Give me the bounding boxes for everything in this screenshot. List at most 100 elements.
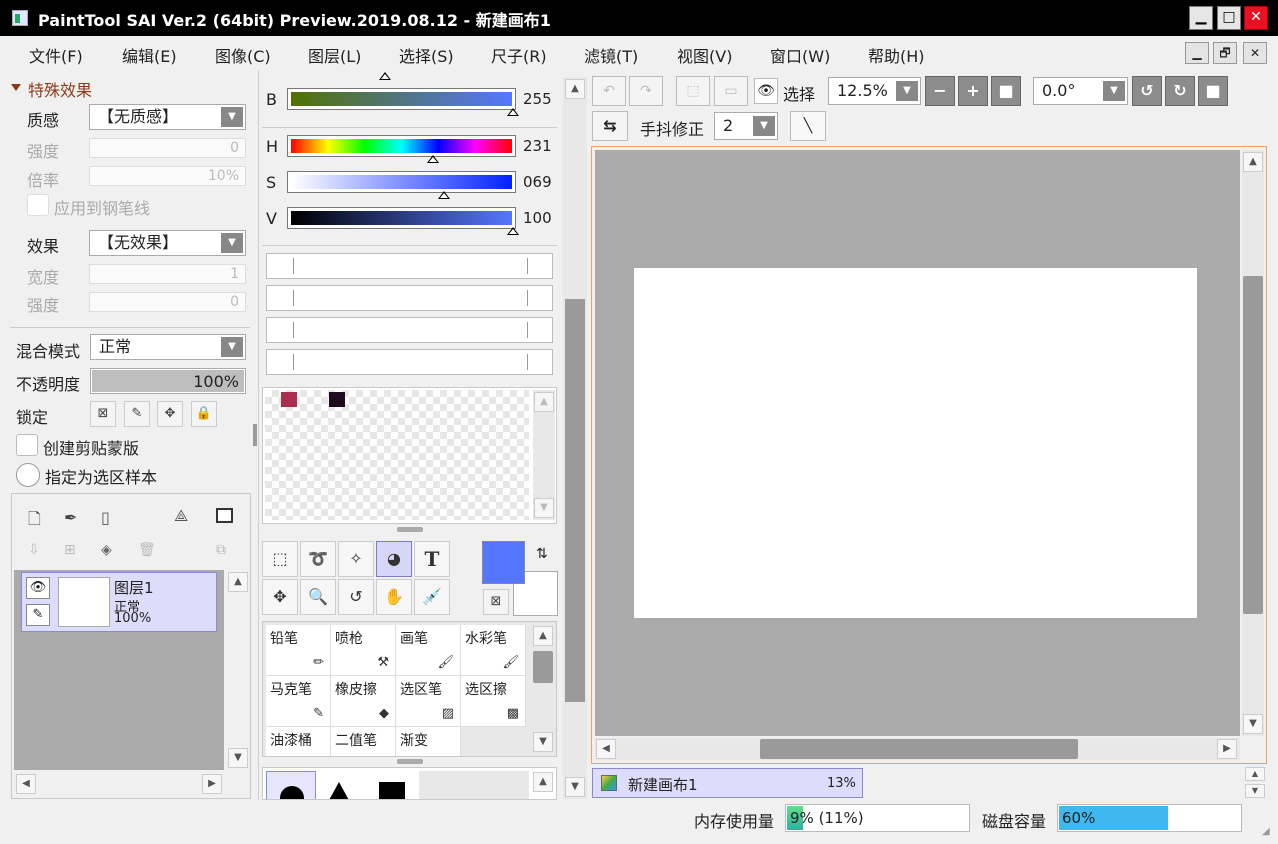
brush-select-pen[interactable]: 选区笔 ▨ [396, 676, 461, 727]
rotate-left-button[interactable]: ↺ [1132, 76, 1162, 106]
resize-grip-icon[interactable]: ◢ [1262, 826, 1270, 837]
selection-visibility-icon[interactable]: 👁 [754, 78, 778, 104]
layer-mask-icon[interactable]: ⟁ [174, 506, 188, 526]
stabilizer-select[interactable]: 2 ▼ [714, 112, 778, 140]
triangle-tip[interactable] [328, 782, 350, 799]
brush-select-eraser[interactable]: 选区擦 ▩ [461, 676, 526, 727]
canvas-vscrollbar[interactable]: ▲ ▼ [1242, 150, 1264, 736]
brush-pencil[interactable]: 铅笔 ✏ [266, 625, 331, 676]
flip-horizontal-icon[interactable]: ⇆ [592, 111, 628, 141]
swatch-scrollbar[interactable]: ▲ ▼ [533, 390, 555, 520]
brush-marker[interactable]: 马克笔 ✎ [266, 676, 331, 727]
rotate-tool[interactable]: ↺ [338, 579, 374, 615]
shape-tool[interactable]: ◕ [376, 541, 412, 577]
zoom-in-button[interactable]: + [958, 76, 988, 106]
minimize-button[interactable]: ▁ [1189, 6, 1213, 30]
canvas-vscroll-thumb[interactable] [1243, 276, 1263, 614]
panel-scroll-down[interactable]: ▼ [565, 777, 585, 797]
lock-move-icon[interactable]: ✥ [157, 401, 183, 427]
mixer-bar-2[interactable] [266, 285, 553, 311]
menu-image[interactable]: 图像(C) [215, 43, 271, 67]
new-layer-icon[interactable]: 🗋 [28, 508, 41, 535]
effects-header[interactable]: 特殊效果 [28, 77, 92, 101]
brush-gradient[interactable]: 渐变 [396, 727, 461, 756]
panel-scrollbar[interactable]: ▲ ▼ [563, 77, 587, 799]
transparent-color-icon[interactable]: ⊠ [483, 589, 509, 615]
eyedropper-tool[interactable]: 💉 [414, 579, 450, 615]
swatch[interactable] [281, 392, 297, 407]
square-tip[interactable] [379, 782, 405, 799]
strength-slider[interactable]: 0 [89, 138, 246, 158]
tip-scroll-up[interactable]: ▲ [533, 772, 553, 792]
menu-view[interactable]: 视图(V) [677, 43, 732, 67]
combine-icon[interactable]: ⊞ [64, 542, 76, 558]
clip-mask-checkbox[interactable] [16, 434, 38, 456]
effect-select[interactable]: 【无效果】 ▼ [89, 230, 246, 256]
layer-row[interactable]: 👁 ✎ 图层1 正常 100% [21, 572, 217, 632]
canvas-hscrollbar[interactable]: ◀ ▶ [595, 738, 1240, 760]
text-tool[interactable]: T [414, 541, 450, 577]
layers-scroll-up[interactable]: ▲ [228, 572, 248, 592]
brush-scroll-thumb[interactable] [533, 651, 553, 683]
close-button[interactable]: ✕ [1244, 6, 1268, 30]
panel-grip[interactable] [397, 527, 423, 532]
new-folder-icon[interactable]: ▯ [101, 508, 110, 527]
pencil-icon[interactable]: ✎ [26, 604, 50, 626]
mdi-minimize-button[interactable]: ▁ [1185, 42, 1209, 64]
collapse-arrow-icon[interactable] [11, 84, 21, 91]
menu-select[interactable]: 选择(S) [399, 43, 454, 67]
clear-layer-icon[interactable]: ◈ [101, 542, 112, 558]
angle-select[interactable]: 0.0° ▼ [1033, 77, 1128, 105]
tab-scroll-up[interactable]: ▲ [1245, 767, 1265, 781]
opacity-slider[interactable]: 100% [90, 368, 246, 394]
canvas-scroll-down[interactable]: ▼ [1243, 714, 1263, 734]
canvas-viewport[interactable] [595, 150, 1240, 736]
straight-line-icon[interactable]: ╲ [790, 111, 826, 141]
apply-pen-checkbox[interactable] [27, 194, 49, 216]
menu-file[interactable]: 文件(F) [29, 43, 83, 67]
rect-select-tool[interactable]: ⬚ [262, 541, 298, 577]
maximize-button[interactable]: □ [1217, 6, 1241, 30]
round-tip[interactable] [266, 771, 316, 799]
layers-scroll-right[interactable]: ▶ [202, 774, 222, 794]
merge-down-icon[interactable]: ⇩ [28, 542, 40, 558]
redo-button[interactable]: ↷ [629, 76, 663, 106]
panel-scroll-up[interactable]: ▲ [565, 79, 585, 99]
blend-mode-select[interactable]: 正常 ▼ [90, 334, 246, 360]
menu-help[interactable]: 帮助(H) [868, 43, 925, 67]
panel-splitter[interactable] [253, 424, 257, 446]
invert-select-button[interactable]: ▭ [714, 76, 748, 106]
zoom-reset-button[interactable]: ■ [991, 76, 1021, 106]
new-pen-layer-icon[interactable]: ✒ [64, 508, 77, 527]
primary-color[interactable] [482, 541, 525, 584]
undo-button[interactable]: ↶ [592, 76, 626, 106]
menu-ruler[interactable]: 尺子(R) [491, 43, 547, 67]
zoom-out-button[interactable]: − [925, 76, 955, 106]
mixer-bar-3[interactable] [266, 317, 553, 343]
swatch-scroll-up[interactable]: ▲ [534, 392, 554, 412]
panel-scroll-thumb[interactable] [565, 299, 585, 702]
canvas-hscroll-thumb[interactable] [760, 739, 1078, 759]
brush-brush[interactable]: 画笔 🖌 [396, 625, 461, 676]
brush-scroll-down[interactable]: ▼ [533, 732, 553, 752]
lock-all-icon[interactable]: 🔒 [191, 401, 217, 427]
rotate-right-button[interactable]: ↻ [1165, 76, 1195, 106]
h-slider[interactable] [287, 135, 516, 157]
brush-airbrush[interactable]: 喷枪 ⚒ [331, 625, 396, 676]
mask-icon[interactable] [216, 508, 233, 523]
canvas-scroll-right[interactable]: ▶ [1217, 739, 1237, 759]
b-slider[interactable] [287, 88, 516, 110]
brush-scroll-up[interactable]: ▲ [533, 626, 553, 646]
duplicate-icon[interactable]: ⧉ [216, 542, 226, 558]
deselect-button[interactable]: ⬚ [676, 76, 710, 106]
canvas-scroll-left[interactable]: ◀ [596, 739, 616, 759]
lock-transparency-icon[interactable]: ⊠ [90, 401, 116, 427]
canvas-scroll-up[interactable]: ▲ [1243, 152, 1263, 172]
canvas-tab[interactable]: 新建画布1 13% [592, 768, 863, 798]
rotate-reset-button[interactable]: ■ [1198, 76, 1228, 106]
selection-sample-radio[interactable] [16, 463, 40, 487]
swatch[interactable] [329, 392, 345, 407]
move-tool[interactable]: ✥ [262, 579, 298, 615]
brush-watercolor[interactable]: 水彩笔 🖌 [461, 625, 526, 676]
mdi-restore-button[interactable]: 🗗 [1213, 42, 1237, 64]
